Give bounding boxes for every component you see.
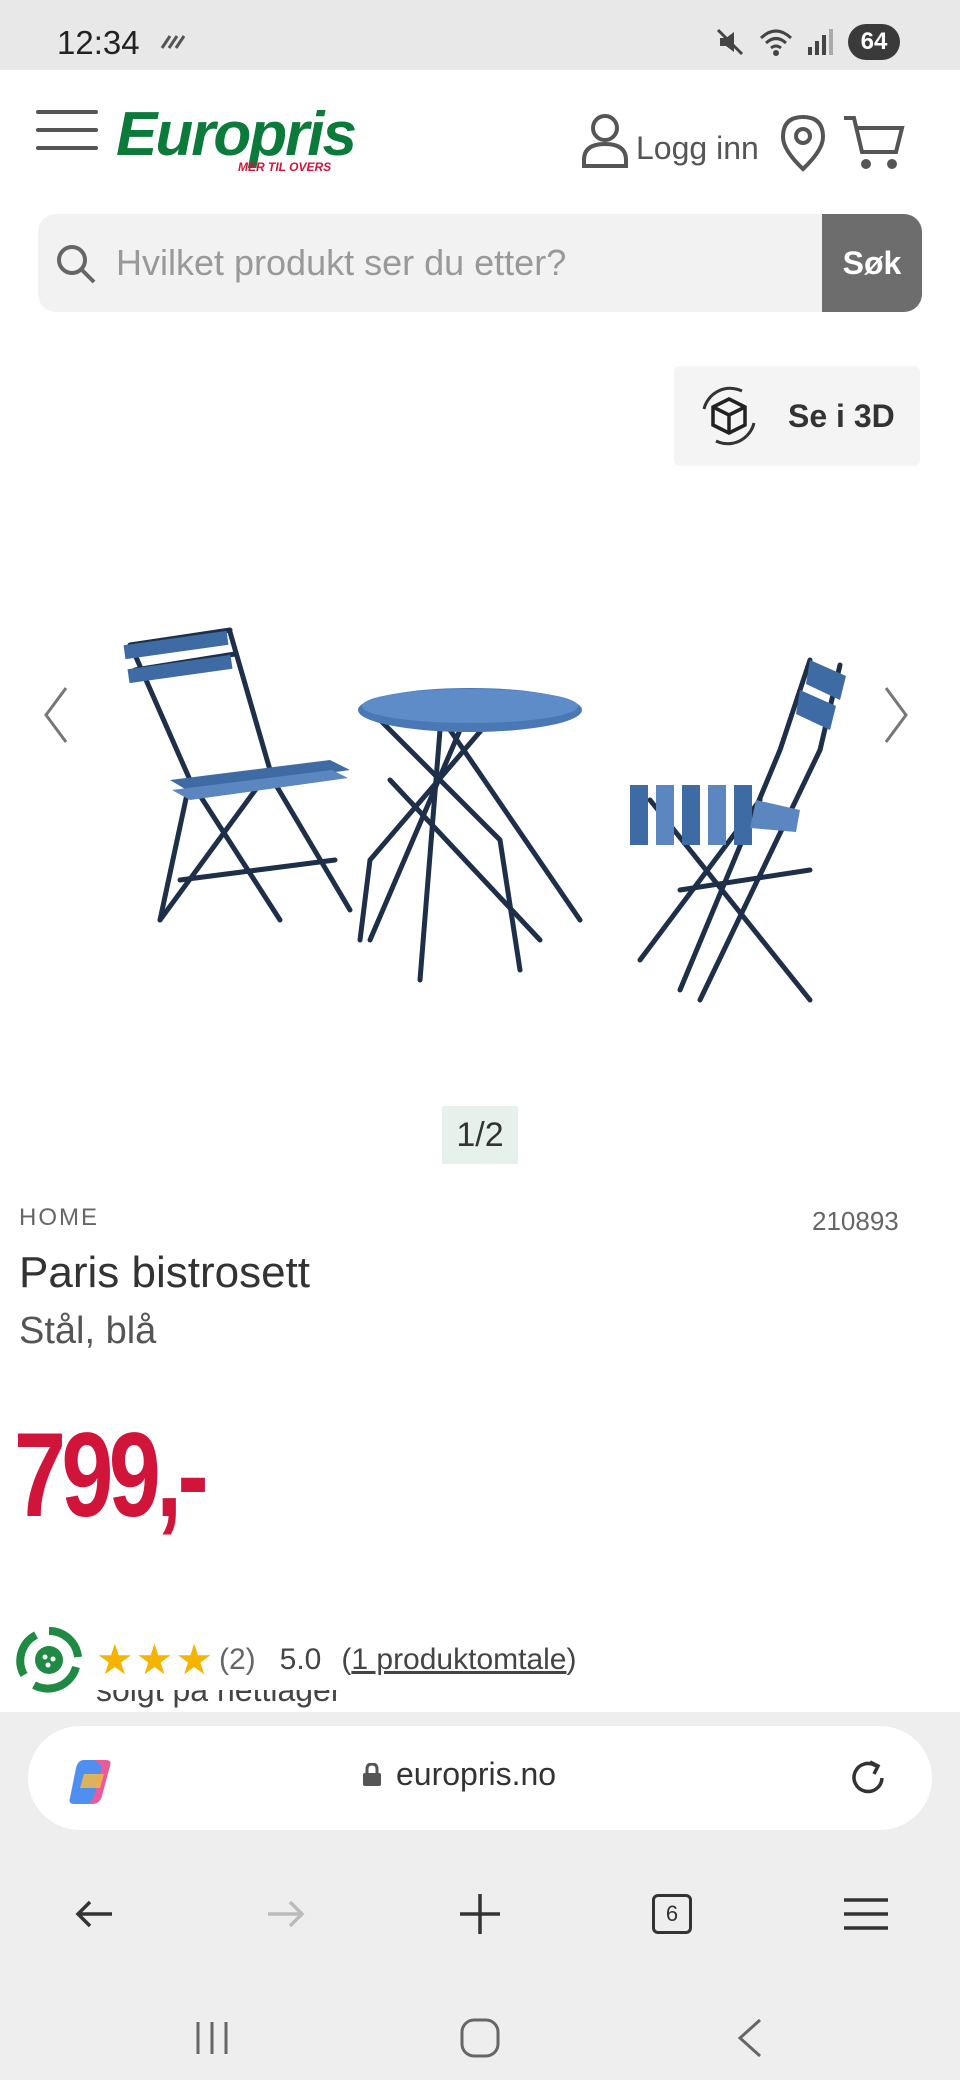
rating-count: (2) bbox=[218, 1643, 256, 1676]
star-icon: ★ bbox=[96, 1636, 134, 1683]
sync-icon bbox=[160, 35, 186, 49]
battery-indicator: 64 bbox=[848, 24, 900, 60]
product-subtitle: Stål, blå bbox=[19, 1310, 157, 1352]
system-nav-bar bbox=[0, 2002, 960, 2080]
url-text: europris.no bbox=[396, 1756, 557, 1792]
search-bar: Søk bbox=[38, 214, 922, 312]
mute-icon bbox=[716, 28, 744, 56]
menu-bar-icon bbox=[36, 146, 98, 150]
recycle-badge-icon bbox=[16, 1627, 82, 1693]
status-time: 12:34 bbox=[57, 24, 140, 61]
status-bar: 12:34 64 bbox=[0, 0, 960, 70]
stock-status: solgt på nettlager bbox=[96, 1690, 342, 1710]
back-arrow-icon[interactable] bbox=[72, 1892, 116, 1936]
menu-bar-icon bbox=[36, 128, 98, 132]
login-label: Logg inn bbox=[636, 130, 759, 166]
view-3d-label: Se i 3D bbox=[788, 397, 895, 434]
cart-icon[interactable] bbox=[842, 114, 906, 172]
product-sku: 210893 bbox=[812, 1206, 899, 1236]
signal-icon bbox=[808, 29, 833, 55]
stock-text: solgt på nettlager bbox=[96, 1690, 342, 1708]
star-icon: ★ bbox=[135, 1636, 174, 1683]
rating-score: 5.0 bbox=[279, 1643, 322, 1676]
rating-row: ★ ★ ★ (2) 5.0 (1 produktomtale) bbox=[16, 1627, 577, 1693]
copilot-icon[interactable] bbox=[68, 1754, 120, 1806]
product-brand[interactable]: HOME bbox=[19, 1204, 99, 1232]
browser-toolbar: europris.no 6 bbox=[0, 1712, 960, 2080]
product-image[interactable] bbox=[120, 560, 860, 1020]
cube-3d-icon bbox=[702, 386, 756, 446]
chevron-right-icon[interactable] bbox=[880, 680, 912, 750]
site-header: Europris MER TIL OVERS Logg inn bbox=[0, 70, 960, 200]
menu-button[interactable] bbox=[36, 110, 98, 152]
product-gallery bbox=[0, 520, 960, 1003]
europris-logo[interactable]: Europris MER TIL OVERS bbox=[116, 100, 357, 175]
wifi-icon bbox=[759, 29, 793, 56]
product-title: Paris bistrosett bbox=[19, 1248, 310, 1297]
url-display: europris.no bbox=[362, 1756, 556, 1793]
chevron-left-icon[interactable] bbox=[40, 680, 72, 750]
view-3d-button[interactable]: Se i 3D bbox=[674, 366, 920, 466]
lock-icon bbox=[363, 1762, 381, 1786]
reviews-link-wrap: (1 produktomtale) bbox=[341, 1643, 576, 1677]
location-pin-icon[interactable] bbox=[780, 114, 826, 172]
gallery-pager: 1/2 bbox=[442, 1106, 518, 1164]
system-back-icon[interactable] bbox=[732, 2016, 768, 2060]
home-icon[interactable] bbox=[458, 2016, 502, 2060]
menu-bar-icon bbox=[36, 110, 98, 114]
user-icon bbox=[582, 114, 628, 168]
rating-stars: ★ ★ ★ bbox=[96, 1639, 213, 1681]
reviews-link[interactable]: 1 produktomtale bbox=[351, 1643, 566, 1676]
search-input[interactable] bbox=[116, 214, 836, 312]
address-bar[interactable]: europris.no bbox=[28, 1726, 932, 1830]
search-button[interactable]: Søk bbox=[822, 214, 922, 312]
tabs-count-button[interactable]: 6 bbox=[652, 1894, 692, 1934]
paren-close: ) bbox=[566, 1643, 577, 1676]
new-tab-plus-icon[interactable] bbox=[458, 1892, 502, 1936]
star-icon: ★ bbox=[175, 1636, 213, 1683]
forward-arrow-icon[interactable] bbox=[264, 1892, 308, 1936]
hamburger-menu-icon[interactable] bbox=[842, 1892, 890, 1936]
logo-text: Europris bbox=[116, 100, 357, 169]
logo-tagline: MER TIL OVERS bbox=[238, 160, 332, 174]
product-price: 799,- bbox=[14, 1408, 209, 1542]
login-button[interactable]: Logg inn bbox=[580, 112, 759, 168]
status-icons: 64 bbox=[714, 24, 900, 60]
search-icon bbox=[57, 245, 96, 284]
browser-nav-row: 6 bbox=[0, 1882, 960, 1962]
paren-open: ( bbox=[341, 1643, 352, 1676]
reload-icon[interactable] bbox=[846, 1756, 890, 1800]
recent-apps-icon[interactable] bbox=[192, 2018, 232, 2058]
